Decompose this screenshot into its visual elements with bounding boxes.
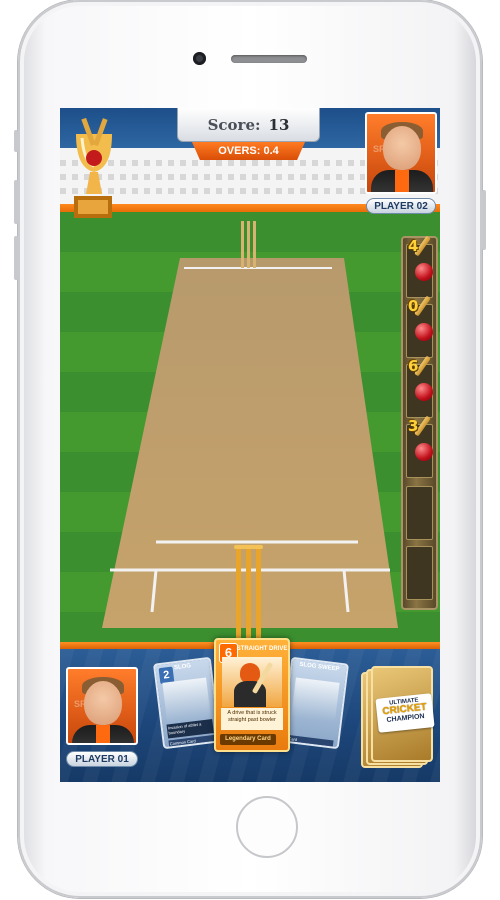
card-art: [291, 677, 340, 723]
front-camera: [193, 52, 206, 65]
mute-switch: [14, 130, 18, 152]
near-stumps: [234, 545, 263, 638]
volume-down-button: [14, 236, 18, 280]
card-deck[interactable]: ULTIMATE CRICKET CHAMPION: [361, 666, 435, 770]
power-button: [482, 190, 486, 250]
ball-icon: [415, 383, 433, 401]
ball-icon: [415, 323, 433, 341]
score-label: Score:: [207, 116, 261, 134]
avatar-face: [383, 126, 421, 170]
trophy-icon: [74, 117, 112, 218]
player2-name: PLAYER 02: [366, 198, 436, 214]
card-description: A drive that is struck straight past bow…: [221, 708, 283, 730]
card-art-batter: [222, 657, 282, 707]
deck-card-top: ULTIMATE CRICKET CHAMPION: [371, 666, 435, 762]
runs-value: 3: [408, 417, 419, 435]
card-rarity: Legendary Card: [220, 734, 276, 745]
game-logo: ULTIMATE CRICKET CHAMPION: [375, 693, 435, 733]
ball-log-slot: 6: [406, 355, 433, 418]
shot-card-slog-sweep[interactable]: SLOG SWEEP Card: [280, 656, 350, 750]
earpiece-speaker: [231, 55, 307, 63]
avatar-face: [84, 681, 122, 725]
far-stumps: [241, 221, 256, 268]
ball-icon: [415, 443, 433, 461]
ball-log-panel: 4 0 6 3: [401, 235, 438, 610]
avatar-shirt: [371, 170, 433, 192]
cricket-pitch: [102, 221, 398, 638]
player1-name: PLAYER 01: [66, 751, 138, 767]
ball-icon: [415, 263, 433, 281]
ball-log-slot-empty: [406, 546, 433, 600]
shot-card-straight-drive-selected[interactable]: 6 STRAIGHT DRIVE A drive that is struck …: [214, 638, 290, 752]
shirt-stripe: [96, 725, 110, 743]
runs-value: 4: [408, 237, 419, 255]
score-panel: Score: 13: [177, 108, 320, 142]
game-screen: Score: 13 OVERS: 0.4 SR PLAYER 02 4 0 6 3…: [60, 108, 440, 782]
shirt-stripe: [395, 170, 409, 192]
home-button[interactable]: [236, 796, 298, 858]
score-value: 13: [268, 116, 290, 134]
shot-card-slog[interactable]: SLOG 2 Invasion of athlet a boundary Com…: [152, 656, 222, 750]
ball-log-slot: 3: [406, 415, 433, 478]
volume-up-button: [14, 180, 18, 224]
overs-indicator: OVERS: 0.4: [192, 142, 305, 160]
card-art: [162, 677, 211, 723]
runs-value: 6: [408, 357, 419, 375]
runs-value: 0: [408, 297, 419, 315]
player2-avatar[interactable]: SR: [365, 112, 437, 194]
card-caption: SLOG SWEEP: [299, 661, 340, 673]
ball-log-slot: 0: [406, 295, 433, 358]
avatar-shirt: [72, 725, 134, 743]
ball-log-slot-empty: [406, 486, 433, 540]
card-title: STRAIGHT DRIVE: [236, 646, 288, 652]
player1-avatar[interactable]: SR: [66, 667, 138, 745]
ball-log-slot: 4: [406, 235, 433, 298]
